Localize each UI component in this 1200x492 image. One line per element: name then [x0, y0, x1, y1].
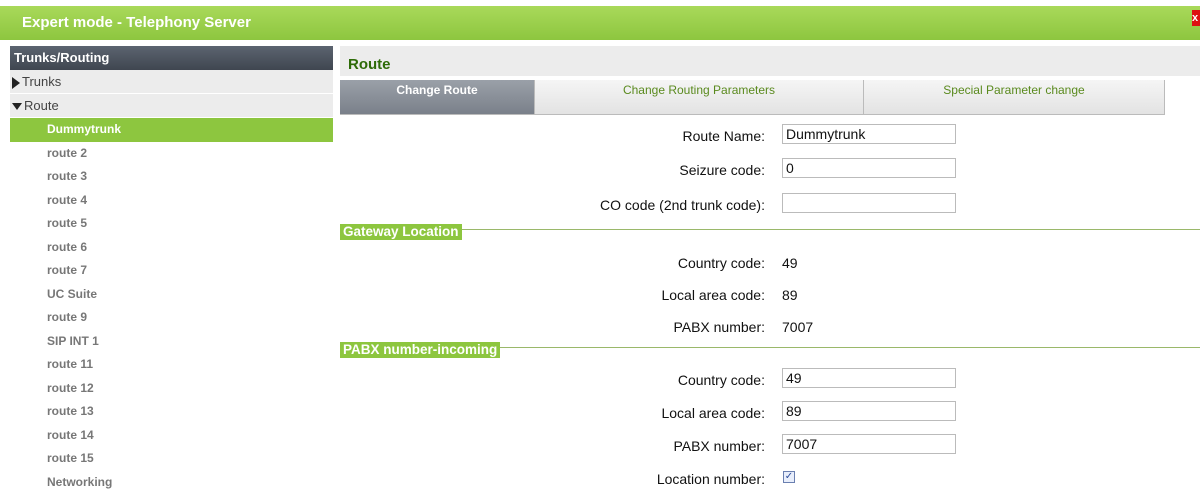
- local-area-code-input[interactable]: [782, 401, 956, 421]
- route-name-row: Route Name:: [340, 124, 1200, 148]
- country-code-input[interactable]: [782, 368, 956, 388]
- section-header: Gateway Location: [340, 224, 462, 240]
- country-code-label: Country code:: [677, 372, 765, 388]
- sidebar-item-uc-suite[interactable]: UC Suite: [10, 283, 333, 307]
- sidebar: Trunks/Routing Trunks Route Dummytrunk r…: [10, 46, 333, 492]
- sidebar-item-route-12[interactable]: route 12: [10, 377, 333, 401]
- sidebar-header: Trunks/Routing: [10, 46, 333, 70]
- tab-change-routing-parameters[interactable]: Change Routing Parameters: [535, 80, 864, 115]
- main-panel: Route Change Route Change Routing Parame…: [340, 46, 1200, 492]
- seizure-code-row: Seizure code:: [340, 158, 1200, 182]
- in-local-area-code-row: Local area code:: [340, 401, 1200, 425]
- gw-country-code-row: Country code: 49: [340, 251, 1200, 275]
- pabx-number-input[interactable]: [782, 434, 956, 454]
- sidebar-item-route-13[interactable]: route 13: [10, 400, 333, 424]
- in-country-code-row: Country code:: [340, 368, 1200, 392]
- local-area-code-value: 89: [782, 287, 798, 303]
- route-name-input[interactable]: [782, 124, 956, 144]
- co-code-input[interactable]: [782, 193, 956, 213]
- co-code-label: CO code (2nd trunk code):: [600, 197, 765, 213]
- collapse-arrow-icon: [12, 103, 22, 111]
- seizure-code-label: Seizure code:: [679, 162, 765, 178]
- sidebar-item-networking[interactable]: Networking: [10, 471, 333, 492]
- pabx-number-label: PABX number:: [673, 438, 765, 454]
- seizure-code-input[interactable]: [782, 158, 956, 178]
- sidebar-item-route-9[interactable]: route 9: [10, 306, 333, 330]
- location-number-row: Location number: ✓: [340, 467, 1200, 491]
- page-title: Route: [340, 46, 1200, 76]
- sidebar-group-label: Route: [24, 98, 59, 113]
- gw-pabx-number-row: PABX number: 7007: [340, 315, 1200, 339]
- location-number-label: Location number:: [656, 471, 765, 487]
- sidebar-item-route-6[interactable]: route 6: [10, 236, 333, 260]
- sidebar-item-route-11[interactable]: route 11: [10, 353, 333, 377]
- sidebar-item-route-4[interactable]: route 4: [10, 189, 333, 213]
- title-bar: Expert mode - Telephony Server x: [0, 6, 1200, 40]
- sidebar-item-dummytrunk[interactable]: Dummytrunk: [10, 118, 333, 142]
- sidebar-group-trunks[interactable]: Trunks: [10, 70, 333, 94]
- gw-local-area-code-row: Local area code: 89: [340, 283, 1200, 307]
- sidebar-item-route-2[interactable]: route 2: [10, 142, 333, 166]
- sidebar-item-route-7[interactable]: route 7: [10, 259, 333, 283]
- sidebar-item-route-5[interactable]: route 5: [10, 212, 333, 236]
- local-area-code-label: Local area code:: [661, 287, 765, 303]
- section-divider: [340, 229, 1200, 230]
- sidebar-group-label: Trunks: [22, 74, 62, 89]
- country-code-value: 49: [782, 255, 798, 271]
- pabx-number-value: 7007: [782, 319, 814, 335]
- country-code-label: Country code:: [677, 255, 765, 271]
- sidebar-item-route-15[interactable]: route 15: [10, 447, 333, 471]
- route-name-label: Route Name:: [682, 128, 765, 144]
- close-icon[interactable]: x: [1192, 10, 1200, 26]
- section-header: PABX number-incoming: [340, 342, 501, 358]
- sidebar-item-route-14[interactable]: route 14: [10, 424, 333, 448]
- expand-arrow-icon: [12, 76, 20, 89]
- tab-special-parameter-change[interactable]: Special Parameter change: [864, 80, 1165, 115]
- gateway-location-section: Gateway Location: [340, 224, 1200, 240]
- local-area-code-label: Local area code:: [661, 405, 765, 421]
- sidebar-group-route[interactable]: Route: [10, 94, 333, 118]
- pabx-number-label: PABX number:: [673, 319, 765, 335]
- in-pabx-number-row: PABX number:: [340, 434, 1200, 458]
- location-number-checkbox[interactable]: ✓: [783, 471, 795, 483]
- tab-change-route[interactable]: Change Route: [340, 80, 535, 115]
- window-title: Expert mode - Telephony Server: [22, 14, 251, 31]
- sidebar-item-sip-int-1[interactable]: SIP INT 1: [10, 330, 333, 354]
- tab-bar: Change Route Change Routing Parameters S…: [340, 80, 1165, 115]
- pabx-incoming-section: PABX number-incoming: [340, 342, 1200, 358]
- co-code-row: CO code (2nd trunk code):: [340, 193, 1200, 217]
- sidebar-item-route-3[interactable]: route 3: [10, 165, 333, 189]
